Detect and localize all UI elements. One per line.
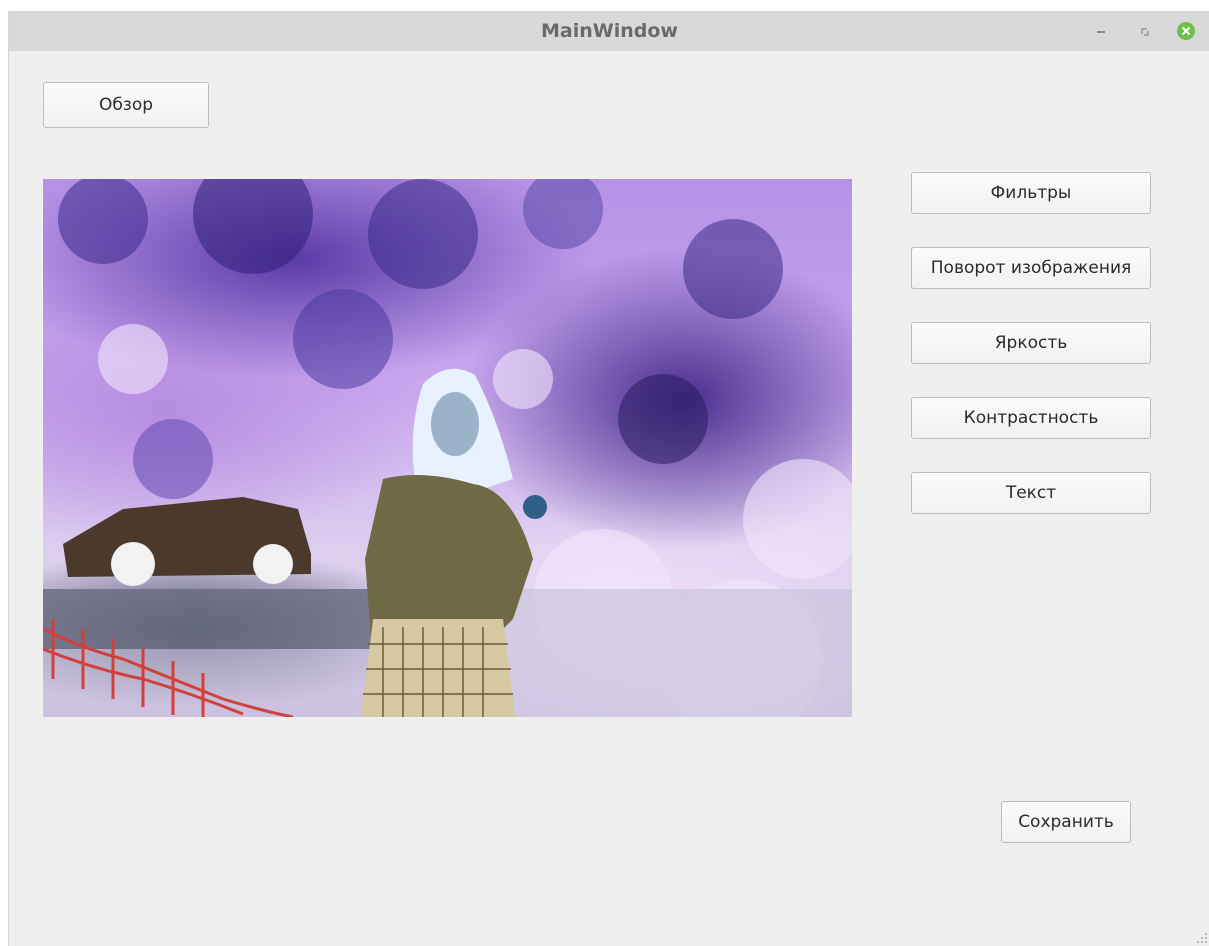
maximize-icon[interactable]: [1135, 21, 1155, 41]
filters-button[interactable]: Фильтры: [911, 172, 1151, 214]
minimize-icon[interactable]: [1091, 21, 1111, 41]
preview-image: [43, 179, 852, 717]
save-button[interactable]: Сохранить: [1001, 801, 1131, 843]
window-title: MainWindow: [541, 20, 678, 42]
rotate-image-button[interactable]: Поворот изображения: [911, 247, 1151, 289]
close-icon[interactable]: [1176, 21, 1196, 41]
brightness-button[interactable]: Яркость: [911, 322, 1151, 364]
contrast-button[interactable]: Контрастность: [911, 397, 1151, 439]
image-preview: [43, 179, 852, 717]
browse-button[interactable]: Обзор: [43, 82, 209, 128]
resize-grip-icon[interactable]: [1196, 932, 1208, 944]
text-button[interactable]: Текст: [911, 472, 1151, 514]
title-bar[interactable]: MainWindow: [9, 11, 1209, 51]
main-window: MainWindow Обзор Фильтры Поворот изображ…: [8, 11, 1209, 946]
